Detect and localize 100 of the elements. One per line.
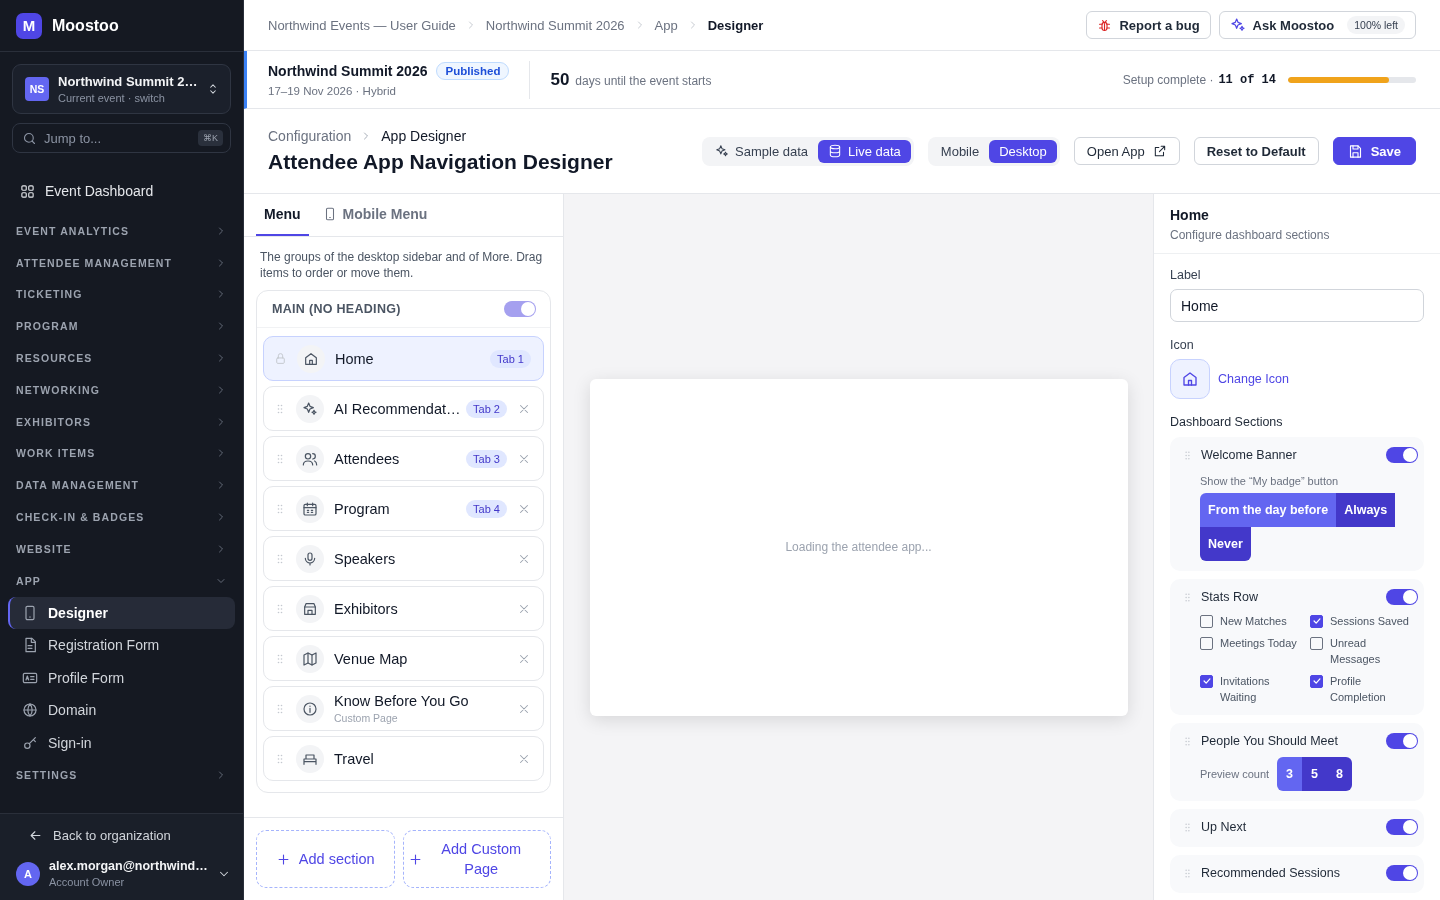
nav-item[interactable]: Event Dashboard xyxy=(8,175,166,207)
panel-tab[interactable]: Menu xyxy=(256,194,309,236)
toggle-switch[interactable] xyxy=(1386,589,1418,605)
nav-group[interactable]: SETTINGS xyxy=(0,759,243,791)
data-source-option[interactable]: Sample data xyxy=(705,139,819,163)
account-email: alex.morgan@northwind… xyxy=(49,859,208,873)
toggle-switch[interactable] xyxy=(1386,865,1418,881)
count-option[interactable]: 3 xyxy=(1277,757,1303,791)
nav-group[interactable]: NETWORKING xyxy=(0,374,243,406)
field-label: Label xyxy=(1170,268,1202,282)
breadcrumb-link[interactable]: Configuration xyxy=(268,128,352,144)
count-option[interactable]: 5 xyxy=(1302,757,1328,791)
checkbox[interactable] xyxy=(1310,674,1323,688)
section-name: People You Should Meet xyxy=(1201,734,1339,748)
menu-item-label: Travel xyxy=(334,750,375,767)
event-dates: 17–19 Nov 2026 · Hybrid xyxy=(268,85,397,97)
checkbox[interactable] xyxy=(1310,636,1323,650)
menu-item-label: Know Before You Go xyxy=(334,693,470,709)
nav-group[interactable]: DATA MANAGEMENT xyxy=(0,469,243,502)
checkbox-label: Meetings Today xyxy=(1220,636,1297,651)
panel-tab[interactable]: Mobile Menu xyxy=(314,194,436,236)
add-custom-page-button[interactable]: Add Custom Page xyxy=(402,830,551,888)
drag-handle-icon xyxy=(1182,867,1193,879)
breadcrumb-link[interactable]: Northwind Events — User Guide xyxy=(268,17,456,33)
checkmark-icon xyxy=(1201,676,1212,686)
days-caption: days until the event starts xyxy=(575,73,712,88)
nav-group[interactable]: EXHIBITORS xyxy=(0,405,243,438)
menu-item-label: Exhibitors xyxy=(334,600,399,617)
report-bug-button[interactable]: Report a bug xyxy=(1086,11,1211,39)
nav-item[interactable]: Profile Form xyxy=(8,661,235,695)
document-icon xyxy=(22,637,38,654)
nav-group[interactable]: WEBSITE xyxy=(0,532,243,565)
section-name: Welcome Banner xyxy=(1201,448,1298,462)
brand-name: Moostoo xyxy=(52,16,119,35)
breadcrumb-link[interactable]: Northwind Summit 2026 xyxy=(485,17,625,33)
toggle-switch[interactable] xyxy=(1386,733,1418,749)
nav-group[interactable]: EVENT ANALYTICS xyxy=(0,215,243,247)
add-section-button[interactable]: Add section xyxy=(256,830,395,888)
option-button[interactable]: Always xyxy=(1336,493,1396,527)
nav-item[interactable]: Designer xyxy=(8,596,235,630)
search-icon xyxy=(22,130,37,146)
data-source-option[interactable]: Live data xyxy=(818,139,911,163)
setup-label: Setup complete · xyxy=(1122,72,1214,87)
save-button[interactable]: Save xyxy=(1332,137,1416,165)
assistant-label: Ask Moostoo xyxy=(1252,17,1335,33)
section-heading: Dashboard Sections xyxy=(1170,415,1284,429)
tab-badge: Tab 3 xyxy=(466,449,507,468)
section-name: Up Next xyxy=(1201,820,1248,834)
menu-item-label: Venue Map xyxy=(334,650,409,667)
nav-item[interactable]: Domain xyxy=(8,694,235,727)
days-count: 50 xyxy=(550,69,570,90)
sparkle-icon xyxy=(1229,17,1246,33)
drag-handle-icon xyxy=(1182,821,1193,833)
change-icon-link[interactable]: Change Icon xyxy=(1218,372,1289,386)
bug-icon xyxy=(1097,17,1113,33)
account-role: Account Owner xyxy=(49,876,126,888)
nav-group[interactable]: PROGRAM xyxy=(0,310,243,343)
nav-group[interactable]: ATTENDEE MANAGEMENT xyxy=(0,246,243,279)
reset-button[interactable]: Reset to Default xyxy=(1193,137,1319,165)
sparkle-icon xyxy=(302,400,318,417)
checkbox[interactable] xyxy=(1310,614,1323,628)
logo: M xyxy=(16,12,42,39)
arrow-left-icon xyxy=(28,828,43,843)
checkbox[interactable] xyxy=(1200,674,1213,688)
open-app-button[interactable]: Open App xyxy=(1073,137,1180,165)
option-button[interactable]: Never xyxy=(1200,527,1251,561)
checkbox[interactable] xyxy=(1200,636,1213,650)
nav-group[interactable]: RESOURCES xyxy=(0,342,243,374)
users-icon xyxy=(302,450,318,467)
status-badge: Published xyxy=(436,62,510,80)
nav-item[interactable]: Registration Form xyxy=(8,629,235,662)
event-switcher[interactable]: NS Northwind Summit 2… Current event · switch xyxy=(12,64,231,114)
nav-group[interactable]: CHECK-IN & BADGES xyxy=(0,501,243,533)
account-menu[interactable]: A alex.morgan@northwind… Account Owner xyxy=(0,849,243,888)
back-link[interactable]: Back to organization xyxy=(0,822,199,849)
option-button[interactable]: From the day before xyxy=(1200,493,1337,527)
tab-badge: Tab 4 xyxy=(466,499,507,518)
section-name: Stats Row xyxy=(1201,590,1259,604)
checkbox-label: Invitations Waiting xyxy=(1220,674,1271,705)
ask-assistant-button[interactable]: Ask Moostoo 100% left xyxy=(1218,11,1416,39)
count-option[interactable]: 8 xyxy=(1327,757,1353,791)
view-option[interactable]: Mobile xyxy=(930,139,990,163)
plus-icon xyxy=(275,851,291,867)
nav-group[interactable]: APP xyxy=(0,564,243,597)
breadcrumb-link[interactable]: App xyxy=(654,17,678,33)
view-option[interactable]: Desktop xyxy=(989,139,1057,163)
save-icon xyxy=(1347,143,1363,159)
menu-item-label: Home xyxy=(335,350,375,367)
toggle-switch[interactable] xyxy=(1386,819,1418,835)
nav-group[interactable]: TICKETING xyxy=(0,278,243,311)
map-icon xyxy=(302,650,318,667)
checkbox[interactable] xyxy=(1200,614,1213,628)
option-prompt: Preview count xyxy=(1200,768,1270,780)
toggle-switch[interactable] xyxy=(1386,447,1418,463)
shortcut-badge: ⌘K xyxy=(198,130,223,146)
nav-group[interactable]: WORK ITEMS xyxy=(0,437,243,470)
phone-icon xyxy=(22,604,38,621)
label-field[interactable]: Home xyxy=(1170,289,1424,322)
calendar-icon xyxy=(302,500,318,517)
nav-item[interactable]: Sign-in xyxy=(8,726,235,760)
